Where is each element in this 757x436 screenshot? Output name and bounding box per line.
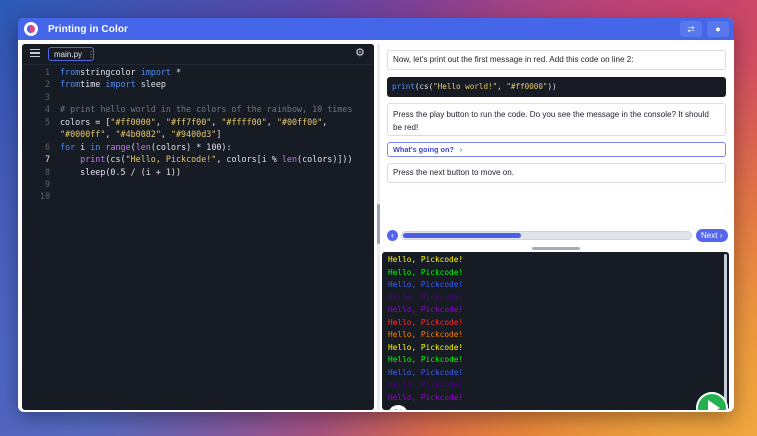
divider-handle[interactable] [377, 204, 380, 244]
code-line[interactable]: 3 [22, 91, 374, 103]
code-line[interactable]: 7 print(cs("Hello, Pickcode!", colors[i … [22, 153, 374, 165]
code-line[interactable]: 1 fromstringcolor import * [22, 66, 374, 78]
share-icon: ⮂ [687, 23, 695, 34]
next-button[interactable]: Next › [696, 229, 728, 242]
progress-fill [403, 233, 522, 238]
code-snippet-text: print(cs("Hello world!", "#ff0000")) [392, 82, 557, 91]
console-lines: Hello, Pickcode! Hello, Pickcode! Hello, P… [388, 254, 463, 404]
chevron-left-icon: ‹ [391, 231, 394, 240]
title-bar: Printing in Color ⮂ ● [18, 18, 734, 40]
gear-icon[interactable]: ⚙ [355, 48, 366, 59]
line-source: fromtime import sleep [60, 79, 166, 90]
code-line[interactable]: 8 sleep(0.5 / (i + 1)) [22, 166, 374, 178]
line-number: 1 [44, 67, 50, 77]
code-snippet: print(cs("Hello world!", "#ff0000")) [387, 77, 726, 97]
console-line: Hello, Pickcode! [388, 367, 464, 377]
console-line: Hello, Pickcode! [388, 280, 464, 289]
chevron-right-icon: › [459, 145, 463, 154]
console-line: Hello, Pickcode! [388, 317, 464, 327]
instruction-panel: Now, let's print out the first message i… [383, 44, 730, 225]
instruction-step-1: Now, let's print out the first message i… [387, 50, 726, 70]
console-output: Hello, Pickcode! Hello, Pickcode! Hello, P… [382, 252, 729, 410]
code-line[interactable]: 6 for i in range(len(colors) * 100): [22, 141, 374, 153]
console-line: Hello, Pickcode! [388, 305, 464, 314]
file-tab-label: main.py [54, 49, 83, 59]
code-line[interactable]: 9 [22, 178, 374, 190]
prev-button[interactable]: ‹ [387, 230, 398, 241]
line-number: 6 [44, 141, 50, 152]
code-area[interactable]: 1 fromstringcolor import * 2 fromtime impor… [22, 66, 374, 410]
line-number: 5 [44, 116, 50, 127]
line-source: # print hello world in the colors of the… [60, 104, 353, 115]
expand-icon: ⛶ [395, 409, 402, 410]
pickcode-logo-icon [24, 22, 38, 36]
chevron-right-icon: › [719, 231, 723, 240]
app-window: Printing in Color ⮂ ● main.py ⋮ ⚙ 1 froms… [18, 18, 734, 412]
code-line[interactable]: 2 fromtime import sleep [22, 78, 374, 90]
expand-button[interactable]: ⛶ [388, 405, 408, 410]
line-number: 8 [44, 166, 50, 177]
console-line: Hello, Pickcode! [388, 380, 464, 389]
line-number: 10 [39, 191, 50, 202]
line-number: 2 [44, 79, 50, 90]
editor-toolbar: main.py ⋮ ⚙ [22, 44, 374, 65]
more-options-icon[interactable]: ⋮ [87, 50, 95, 59]
console-line: Hello, Pickcode! [388, 267, 464, 277]
console-line: Hello, Pickcode! [388, 292, 464, 302]
line-number: 7 [44, 154, 50, 165]
next-label: Next [701, 231, 718, 240]
console-line: Hello, Pickcode! [388, 392, 464, 402]
progress-bar [401, 231, 692, 240]
code-line[interactable]: 10 [22, 190, 374, 202]
line-number: 3 [44, 91, 50, 102]
code-line[interactable]: "#0000ff", "#4b0082", "#9400d3"] [22, 128, 374, 140]
app-title: Printing in Color [48, 23, 129, 35]
whats-going-on-button[interactable]: What's going on? › [387, 142, 726, 157]
line-source: colors = ["#ff0000", "#ff7f00", "#ffff00… [60, 116, 328, 127]
console-line: Hello, Pickcode! [388, 355, 464, 364]
line-source: for i in range(len(colors) * 100): [60, 141, 232, 152]
line-source: "#0000ff", "#4b0082", "#9400d3"] [60, 129, 222, 140]
share-button[interactable]: ⮂ [680, 21, 702, 37]
code-editor[interactable]: main.py ⋮ ⚙ 1 fromstringcolor import * 2 fr… [22, 44, 374, 410]
line-source: sleep(0.5 / (i + 1)) [60, 166, 182, 177]
console-line: Hello, Pickcode! [388, 342, 464, 352]
menu-icon[interactable] [30, 49, 40, 59]
file-tab-main[interactable]: main.py ⋮ [48, 47, 95, 61]
whats-going-on-label: What's going on? [393, 145, 454, 154]
line-number: 4 [44, 104, 50, 115]
line-number: 9 [44, 178, 50, 189]
user-icon: ● [715, 24, 721, 34]
console-line: Hello, Pickcode! [388, 255, 464, 264]
line-source: print(cs("Hello, Pickcode!", colors[i % … [80, 154, 353, 165]
instruction-step-3: Press the next button to move on. [387, 163, 726, 183]
line-source: fromstringcolor import * [60, 67, 182, 77]
console-resize-handle[interactable] [532, 247, 580, 250]
console-scrollbar[interactable] [724, 254, 727, 408]
user-button[interactable]: ● [707, 21, 729, 37]
instruction-step-2: Press the play button to run the code. D… [387, 103, 726, 136]
code-line[interactable]: 4 # print hello world in the colors of th… [22, 103, 374, 115]
console-line: Hello, Pickcode! [388, 330, 464, 339]
code-line[interactable]: 5 colors = ["#ff0000", "#ff7f00", "#ffff0… [22, 116, 374, 128]
lesson-progress: ‹ Next › [383, 228, 730, 244]
